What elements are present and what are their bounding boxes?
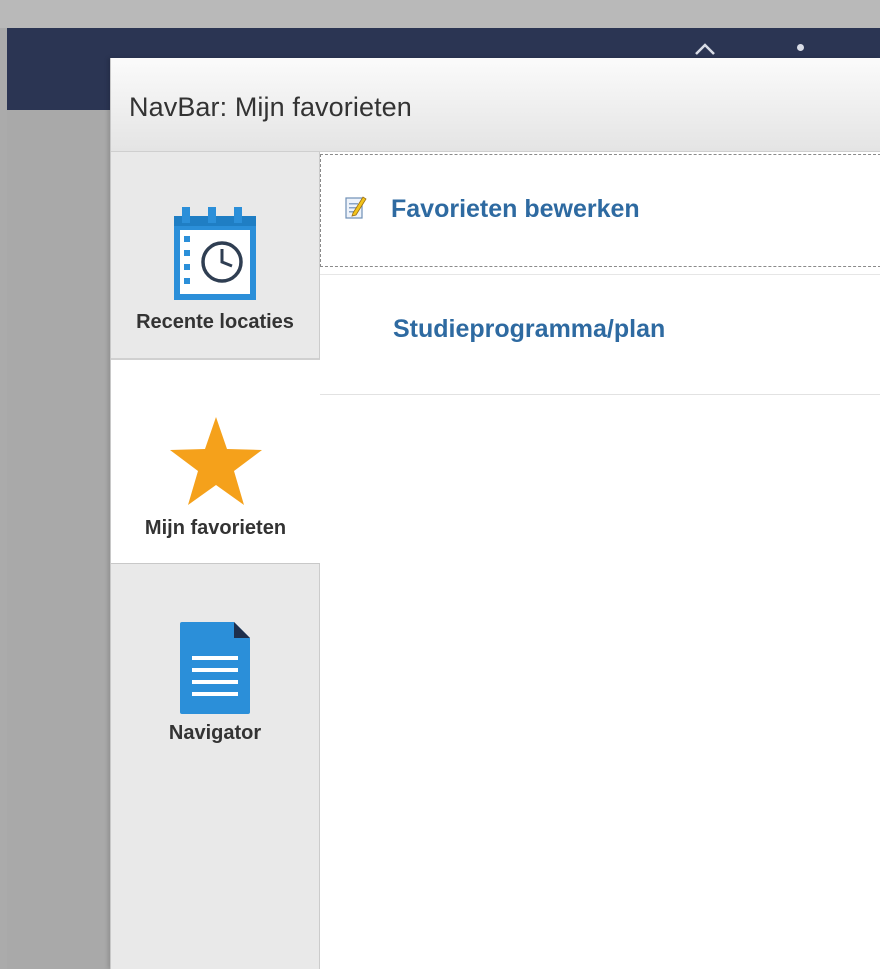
nav-label-mijn-favorieten: Mijn favorieten	[144, 517, 287, 539]
nav-label-recente-locaties: Recente locaties	[136, 311, 294, 333]
menu-dot-icon[interactable]	[797, 44, 804, 51]
list-item-favorieten-bewerken[interactable]: Favorieten bewerken	[320, 154, 880, 267]
navbar-dialog: NavBar: Mijn favorieten Recente locaties	[110, 58, 880, 969]
nav-item-recente-locaties[interactable]: Recente locaties	[111, 152, 319, 359]
dialog-title: NavBar: Mijn favorieten	[129, 92, 412, 122]
favorieten-bewerken-link[interactable]: Favorieten bewerken	[391, 195, 640, 224]
home-icon[interactable]	[694, 42, 716, 56]
star-icon	[169, 417, 262, 505]
side-nav: Recente locaties Mijn favorieten Navigat…	[111, 152, 320, 969]
document-icon	[180, 622, 250, 714]
list-item-studieprogramma[interactable]: Studieprogramma/plan	[320, 274, 880, 395]
top-strip	[0, 0, 880, 28]
nav-item-navigator[interactable]: Navigator	[111, 564, 319, 764]
nav-label-navigator: Navigator	[168, 722, 262, 744]
studieprogramma-link[interactable]: Studieprogramma/plan	[393, 315, 665, 344]
edit-icon	[345, 196, 367, 219]
nav-item-mijn-favorieten[interactable]: Mijn favorieten	[111, 359, 320, 564]
dialog-header: NavBar: Mijn favorieten	[111, 58, 880, 152]
background-gutter	[7, 110, 110, 969]
favorites-list: Favorieten bewerken Studieprogramma/plan	[320, 152, 880, 969]
calendar-clock-icon	[174, 207, 256, 300]
